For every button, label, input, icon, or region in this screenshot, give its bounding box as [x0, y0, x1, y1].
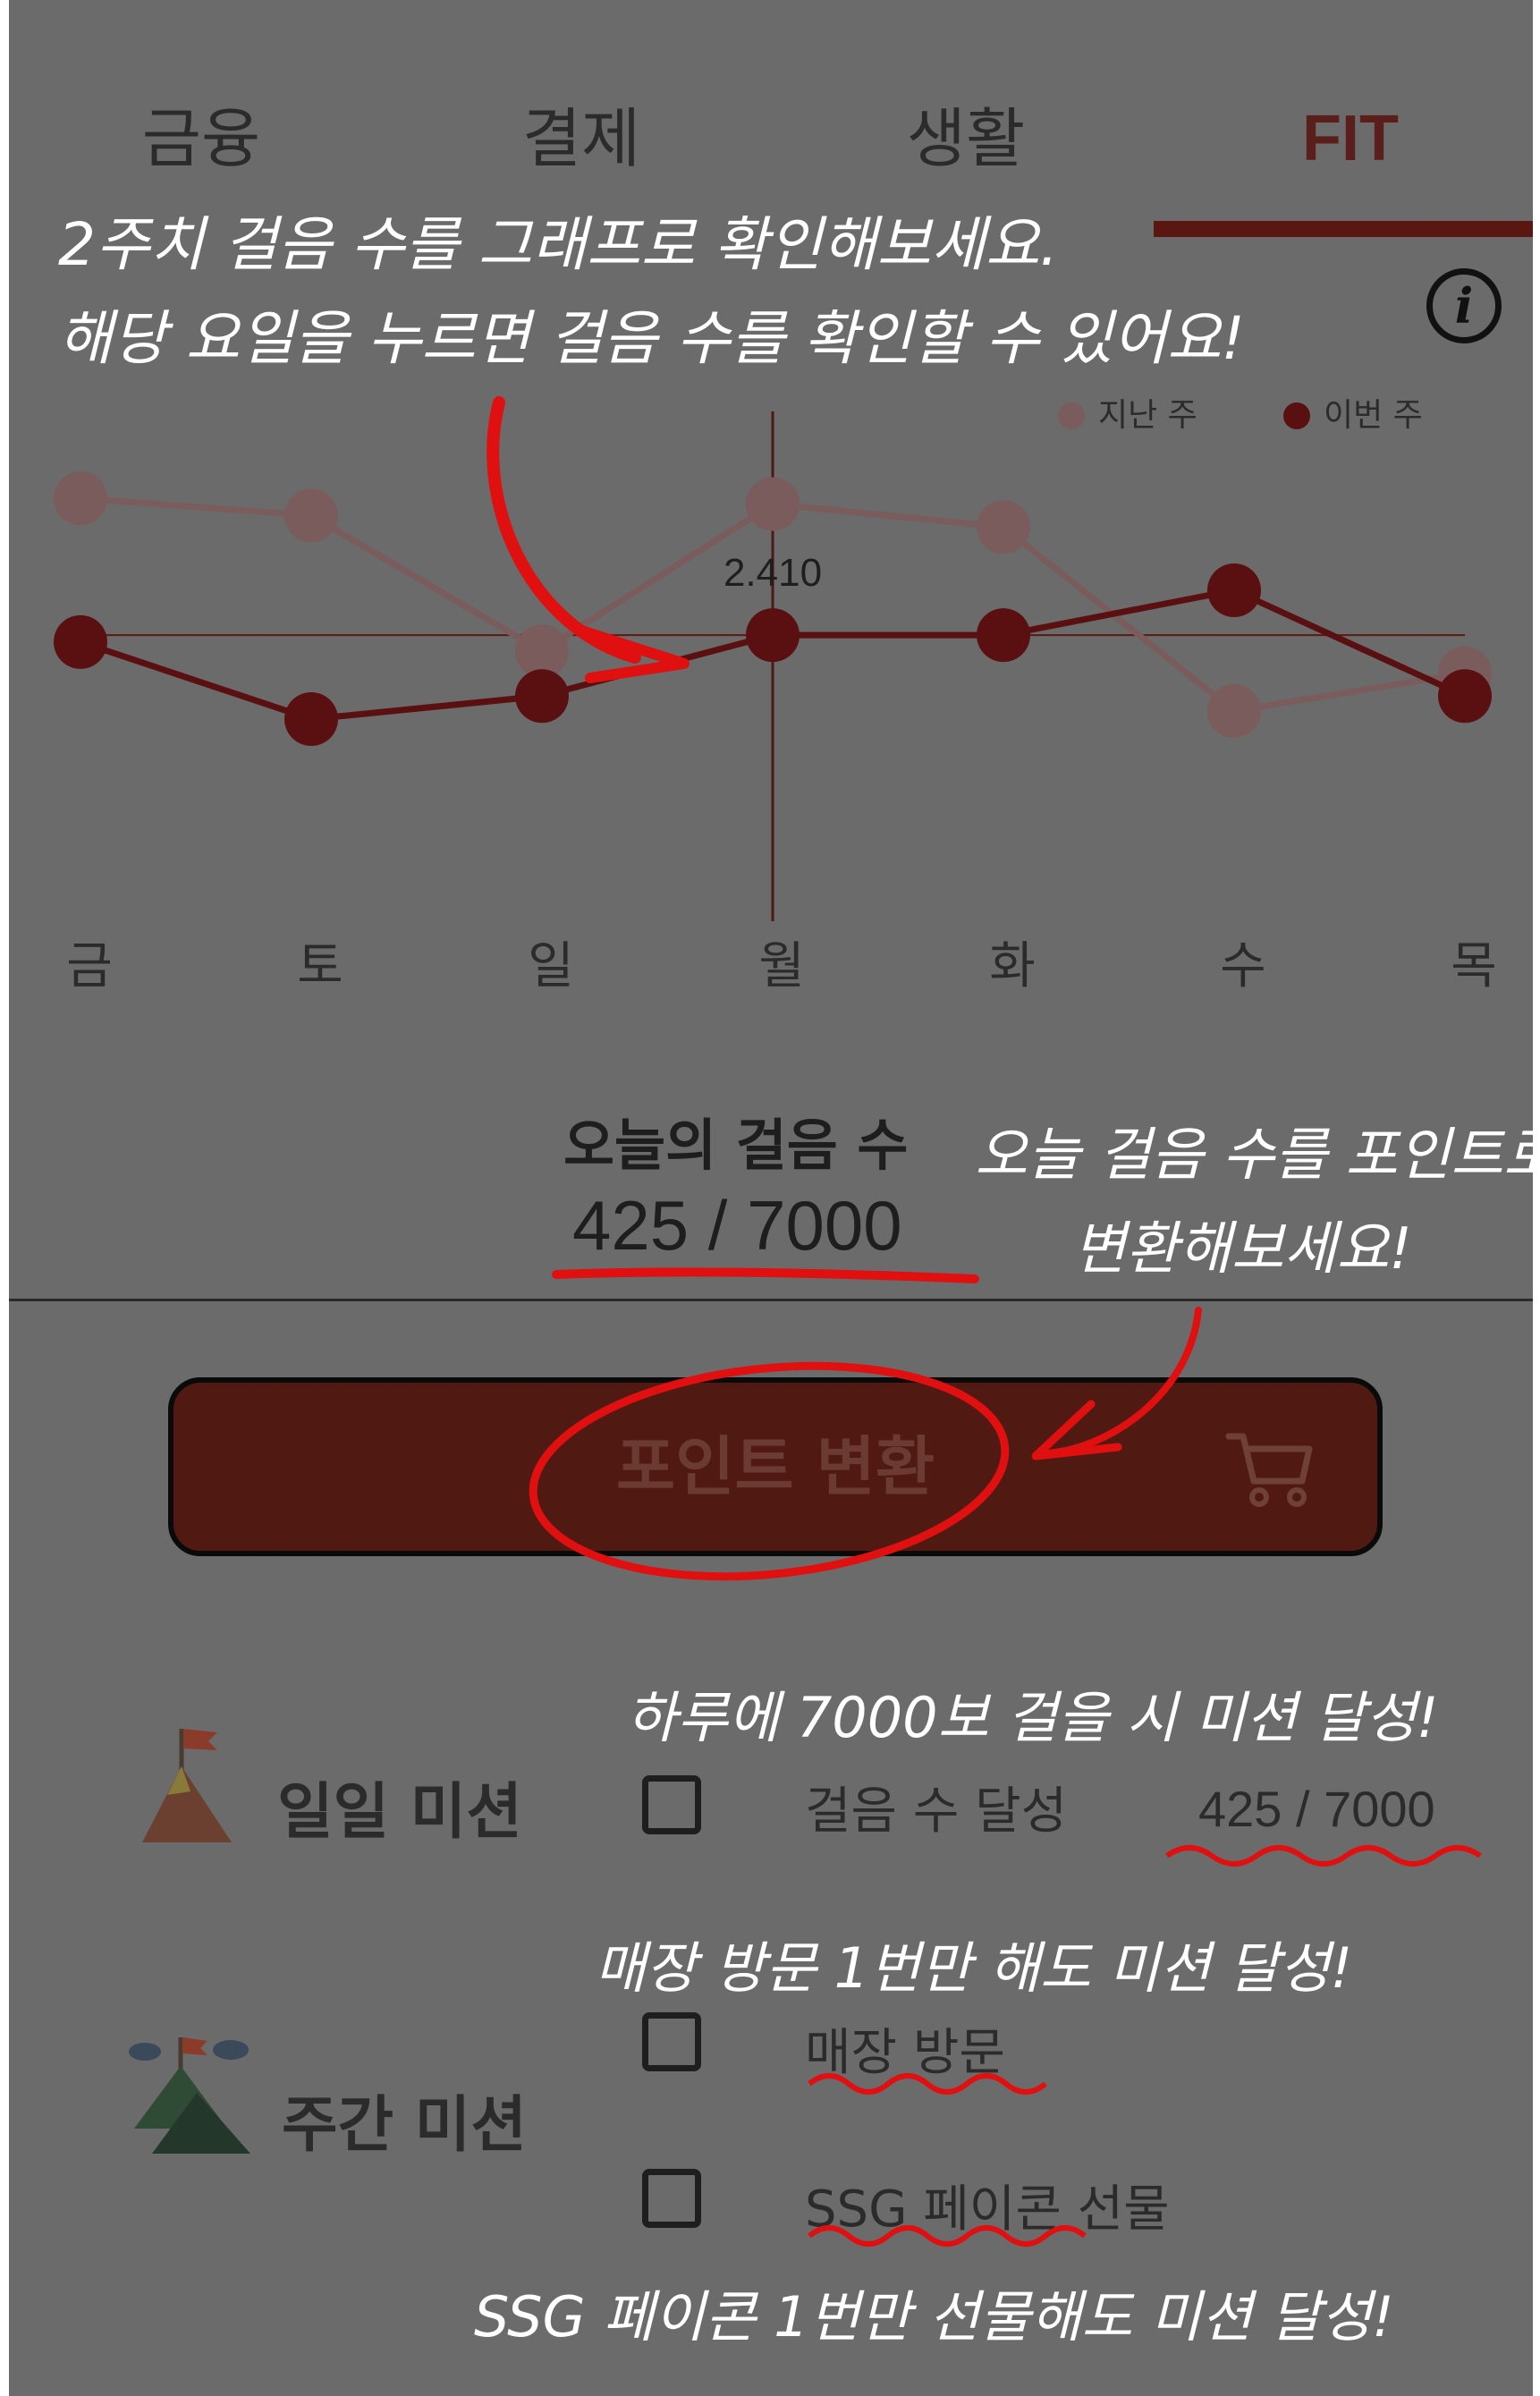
mountain-flag-icon [142, 1729, 232, 1842]
info-icon[interactable]: i [1426, 268, 1502, 343]
data-point-s1-1 [284, 692, 338, 746]
data-point-s0-4 [977, 500, 1030, 555]
point-convert-label: 포인트 변환 [615, 1429, 935, 1504]
payco-gift-checkbox[interactable] [642, 2169, 701, 2228]
data-point-s0-3 [746, 477, 800, 531]
steps-count: 425 / 7000 [572, 1186, 902, 1265]
steps-note-line2: 변환해보세요! [1073, 1216, 1412, 1283]
store-visit-label: 매장 방문 [805, 2024, 1005, 2082]
data-point-s0-0 [54, 471, 107, 526]
mountains-flag-icon [129, 2037, 250, 2154]
legend-label-this-week: 이번 주 [1324, 397, 1423, 434]
data-point-s1-6 [1438, 669, 1492, 724]
data-point-s1-0 [54, 614, 107, 669]
day-label-wed[interactable]: 수 [1189, 926, 1297, 998]
data-point-s0-5 [1207, 684, 1261, 738]
tab-life[interactable]: 생활 [859, 89, 1073, 188]
day-label-mon[interactable]: 월 [728, 926, 835, 998]
weekly-gift-note: SSG 페이콘 1번만 선물해도 미션 달성! [474, 2284, 1394, 2349]
active-tab-indicator [1154, 221, 1533, 237]
legend-marker-this-week [1283, 402, 1310, 429]
daily-mission-note: 하루에 7000보 걸을 시 미션 달성! [626, 1685, 1439, 1750]
daily-mission-title: 일일 미션 [277, 1777, 522, 1848]
daily-steps-label: 걸음 수 달성 [805, 1782, 1068, 1841]
weekly-mission-title: 주간 미션 [282, 2090, 527, 2161]
weekly-visit-note: 매장 방문 1번만 해도 미션 달성! [595, 1935, 1353, 2001]
day-label-thu[interactable]: 목 [1420, 926, 1527, 998]
legend-label-last-week: 지난 주 [1098, 397, 1197, 434]
legend-marker-last-week [1058, 402, 1085, 429]
tab-finance[interactable]: 금융 [94, 89, 309, 188]
store-visit-checkbox[interactable] [642, 2012, 701, 2071]
day-label-sun[interactable]: 일 [497, 926, 605, 998]
day-label-sat[interactable]: 토 [267, 926, 374, 998]
steps-title: 오늘의 걸음 수 [563, 1113, 909, 1178]
section-divider [9, 1299, 1533, 1301]
day-label-fri[interactable]: 금 [36, 926, 143, 998]
data-point-s1-4 [977, 608, 1030, 663]
data-point-s1-2 [515, 669, 569, 724]
steps-count-underline [552, 1267, 979, 1283]
selected-value-label: 2.410 [723, 551, 822, 595]
steps-note-line1: 오늘 걸음 수를 포인트로 [975, 1122, 1533, 1189]
chart-note-line2: 해당 요일을 누르면 걸음 수를 확인할 수 있어요! [58, 304, 1245, 373]
data-point-s1-5 [1207, 563, 1261, 617]
data-point-s1-3 [746, 608, 800, 663]
point-convert-button[interactable]: 포인트 변환 [168, 1377, 1383, 1556]
daily-steps-progress: 425 / 7000 [1198, 1781, 1435, 1837]
cart-icon [1225, 1433, 1313, 1507]
steps-line-chart[interactable]: 2.410 지난 주 이번 주 [9, 376, 1533, 1002]
tab-payment[interactable]: 결제 [474, 89, 689, 188]
tab-fit[interactable]: FIT [1243, 89, 1458, 188]
app-screen: 금융 결제 생활 FIT i 2.410 지난 주 이번 주 금 토 일 월 화… [9, 0, 1533, 2396]
payco-gift-label: SSG 페이콘 선물 [805, 2180, 1170, 2239]
day-label-tue[interactable]: 화 [959, 926, 1066, 998]
chart-canvas: 2.410 [54, 411, 1492, 921]
daily-steps-checkbox[interactable] [642, 1775, 701, 1834]
data-point-s0-1 [284, 488, 338, 543]
daily-progress-squiggle [1165, 1845, 1482, 1867]
chart-note-line1: 2주치 걸음 수를 그래프로 확인해보세요. [58, 210, 1059, 279]
